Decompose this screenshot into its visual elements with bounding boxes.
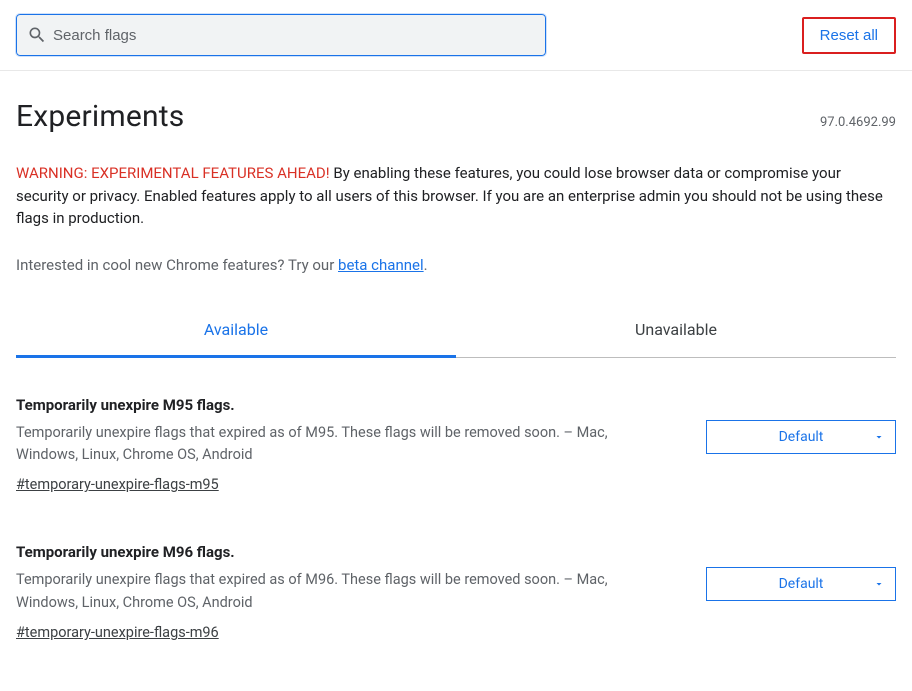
top-bar: Reset all bbox=[0, 0, 912, 71]
flag-text: Temporarily unexpire M95 flags. Temporar… bbox=[16, 396, 682, 494]
flag-state-value: Default bbox=[779, 429, 824, 445]
content: Experiments 97.0.4692.99 WARNING: EXPERI… bbox=[0, 99, 912, 641]
flag-state-select[interactable]: Default bbox=[706, 567, 896, 601]
flag-state-select[interactable]: Default bbox=[706, 420, 896, 454]
reset-all-button[interactable]: Reset all bbox=[802, 17, 896, 54]
tabs: Available Unavailable bbox=[16, 306, 896, 358]
search-box[interactable] bbox=[16, 14, 546, 56]
flag-anchor-link[interactable]: #temporary-unexpire-flags-m95 bbox=[16, 476, 219, 493]
warning-lead: WARNING: EXPERIMENTAL FEATURES AHEAD! bbox=[16, 164, 330, 182]
beta-channel-line: Interested in cool new Chrome features? … bbox=[16, 256, 896, 274]
search-input[interactable] bbox=[47, 27, 535, 44]
flag-select-wrap: Default bbox=[706, 396, 896, 454]
tab-available[interactable]: Available bbox=[16, 306, 456, 358]
flag-text: Temporarily unexpire M96 flags. Temporar… bbox=[16, 543, 682, 641]
flag-title: Temporarily unexpire M95 flags. bbox=[16, 396, 682, 414]
flags-list: Temporarily unexpire M95 flags. Temporar… bbox=[16, 396, 896, 642]
interest-prefix: Interested in cool new Chrome features? … bbox=[16, 256, 338, 274]
tab-unavailable[interactable]: Unavailable bbox=[456, 306, 896, 358]
flag-item: Temporarily unexpire M95 flags. Temporar… bbox=[16, 396, 896, 494]
flag-description: Temporarily unexpire flags that expired … bbox=[16, 569, 656, 614]
beta-channel-link[interactable]: beta channel bbox=[338, 256, 424, 274]
interest-suffix: . bbox=[424, 256, 428, 274]
flag-select-wrap: Default bbox=[706, 543, 896, 601]
flag-item: Temporarily unexpire M96 flags. Temporar… bbox=[16, 543, 896, 641]
version-label: 97.0.4692.99 bbox=[820, 115, 896, 130]
flag-anchor-link[interactable]: #temporary-unexpire-flags-m96 bbox=[16, 624, 219, 641]
search-icon bbox=[27, 25, 47, 45]
flag-title: Temporarily unexpire M96 flags. bbox=[16, 543, 682, 561]
flag-state-value: Default bbox=[779, 576, 824, 592]
page-title: Experiments bbox=[16, 99, 184, 134]
chevron-down-icon bbox=[873, 578, 885, 590]
warning-text: WARNING: EXPERIMENTAL FEATURES AHEAD! By… bbox=[16, 162, 896, 230]
flag-description: Temporarily unexpire flags that expired … bbox=[16, 422, 656, 467]
chevron-down-icon bbox=[873, 431, 885, 443]
header-row: Experiments 97.0.4692.99 bbox=[16, 99, 896, 134]
